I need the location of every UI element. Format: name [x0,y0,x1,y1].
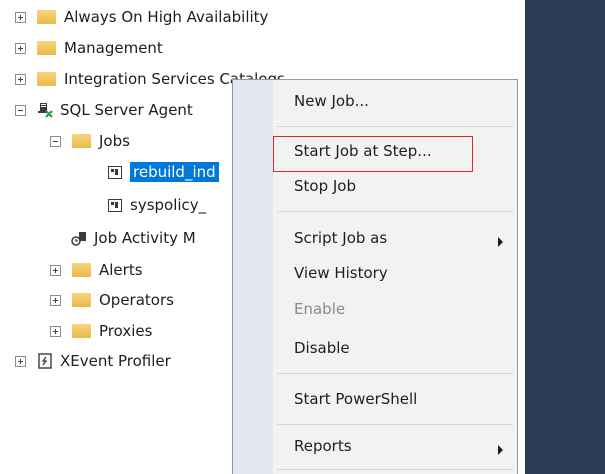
submenu-arrow-icon [498,445,503,455]
tree-node-alerts[interactable]: Alerts [50,256,143,284]
tree-node-always-on[interactable]: Always On High Availability [15,3,268,31]
tree-node-management[interactable]: Management [15,34,163,62]
tree-node-label: XEvent Profiler [60,352,171,370]
folder-icon [72,134,91,148]
menu-item-disable[interactable]: Disable [294,339,350,357]
job-icon [108,198,122,212]
job-icon [108,165,122,179]
tree-node-jobs[interactable]: Jobs [50,127,130,155]
expand-icon[interactable] [15,42,26,54]
document-area-background [525,0,605,474]
tree-node-label: Management [64,39,163,57]
tree-node-job-activity-monitor[interactable]: Job Activity M [60,224,196,252]
menu-item-start-powershell[interactable]: Start PowerShell [294,390,417,408]
menu-item-stop-job[interactable]: Stop Job [294,177,356,195]
expand-icon[interactable] [15,11,26,23]
collapse-icon[interactable] [15,104,26,116]
tree-node-sql-server-agent[interactable]: SQL Server Agent [15,96,193,124]
folder-icon [37,41,56,55]
menu-item-reports[interactable]: Reports [294,437,352,455]
xevent-profiler-icon [37,353,53,369]
tree-node-label: Job Activity M [94,229,196,247]
tree-node-label: Alerts [99,261,143,279]
menu-separator [277,424,513,425]
expand-icon[interactable] [50,264,61,276]
collapse-icon[interactable] [50,135,61,147]
folder-icon [37,72,56,86]
tree-node-job-rebuild[interactable]: rebuild_ind [108,158,219,186]
menu-separator [277,211,513,212]
menu-item-enable: Enable [294,300,346,318]
menu-item-new-job[interactable]: New Job... [294,92,369,110]
tree-node-label: syspolicy_ [130,196,207,214]
folder-icon [72,293,91,307]
menu-icon-gutter [233,80,273,474]
tree-node-job-syspolicy[interactable]: syspolicy_ [108,191,206,219]
tree-node-label: Operators [99,291,174,309]
folder-icon [37,10,56,24]
expand-icon[interactable] [50,294,61,306]
menu-item-view-history[interactable]: View History [294,264,388,282]
folder-icon [72,263,91,277]
tree-node-label: SQL Server Agent [60,101,193,119]
tree-node-xevent-profiler[interactable]: XEvent Profiler [15,347,171,375]
tree-node-label: rebuild_ind [130,162,219,182]
menu-separator [277,469,513,470]
sql-agent-icon [37,102,53,118]
expand-icon[interactable] [50,325,61,337]
tree-node-label: Jobs [99,132,130,150]
tree-node-proxies[interactable]: Proxies [50,317,152,345]
menu-separator [277,126,513,127]
menu-separator [277,373,513,374]
tree-node-label: Proxies [99,322,153,340]
activity-monitor-icon [71,230,87,246]
tree-node-label: Always On High Availability [64,8,269,26]
menu-item-script-job-as[interactable]: Script Job as [294,229,387,247]
tree-node-operators[interactable]: Operators [50,286,174,314]
expand-icon[interactable] [15,355,26,367]
expand-icon[interactable] [15,73,26,85]
submenu-arrow-icon [498,237,503,247]
annotation-highlight-box [273,136,473,172]
folder-icon [72,324,91,338]
